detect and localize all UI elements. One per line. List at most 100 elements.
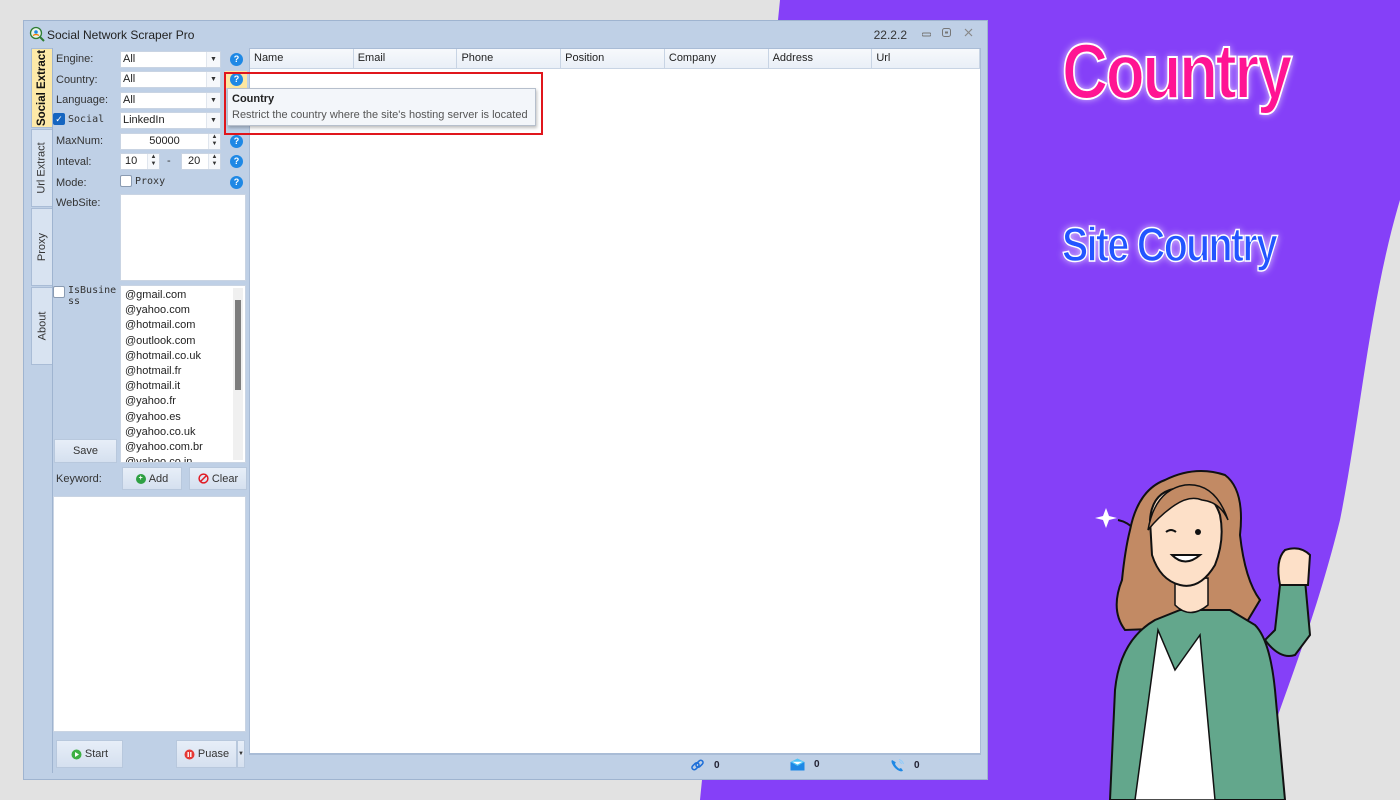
add-keyword-button[interactable]: + Add — [122, 467, 182, 490]
column-header-email[interactable]: Email — [353, 49, 458, 69]
column-header-name[interactable]: Name — [250, 49, 354, 69]
plus-icon: + — [135, 473, 146, 484]
mode-label: Mode: — [56, 177, 87, 189]
proxy-mode-label: Proxy — [135, 176, 166, 187]
links-count: 0 — [690, 758, 720, 773]
social-network-value: LinkedIn — [123, 114, 165, 126]
engine-help-icon[interactable]: ? — [230, 53, 243, 66]
is-business-label-line1: IsBusine — [68, 285, 117, 296]
maxnum-stepper[interactable]: 50000 ▲ ▼ — [120, 133, 221, 150]
language-select[interactable]: All ▼ — [120, 92, 221, 109]
maxnum-value: 50000 — [149, 135, 180, 147]
country-label: Country: — [56, 74, 98, 86]
tab-about[interactable]: About — [31, 287, 52, 365]
language-label: Language: — [56, 94, 108, 106]
mode-help-icon[interactable]: ? — [230, 176, 243, 189]
settings-panel: Engine: All ▼ ? Country: All ▼ ? Languag… — [53, 48, 248, 773]
domain-list-item[interactable]: @hotmail.co.uk — [121, 349, 245, 364]
social-checkbox[interactable]: ✓ — [53, 113, 65, 125]
tab-url-extract[interactable]: Url Extract — [31, 129, 52, 207]
minimize-icon — [921, 32, 931, 37]
is-business-checkbox[interactable] — [53, 286, 65, 298]
play-icon — [71, 749, 82, 759]
domain-list-item[interactable]: @hotmail.fr — [121, 364, 245, 379]
proxy-mode-checkbox[interactable] — [120, 175, 132, 187]
domain-list-item[interactable]: @yahoo.co.uk — [121, 425, 245, 440]
column-header-position[interactable]: Position — [561, 49, 665, 69]
domain-list-item[interactable]: @hotmail.it — [121, 379, 245, 394]
results-grid[interactable]: Name Email Phone Position Company Address Url — [249, 48, 981, 754]
minimize-button[interactable] — [919, 28, 933, 40]
phones-count-value: 0 — [914, 760, 920, 771]
close-button[interactable] — [961, 28, 975, 40]
keyword-label: Keyword: — [56, 473, 102, 485]
interval-from-value: 10 — [125, 155, 138, 167]
pause-button[interactable]: Puase — [176, 740, 237, 768]
start-button-label: Start — [84, 748, 109, 760]
domain-list-item[interactable]: @outlook.com — [121, 334, 245, 349]
grid-header: Name Email Phone Position Company Address Url — [250, 49, 981, 69]
engine-value: All — [123, 53, 136, 65]
status-bar: 0 0 0 — [249, 754, 981, 774]
domain-list-item[interactable]: @gmail.com — [121, 288, 245, 303]
title-bar[interactable]: Social Network Scraper Pro 22.2.2 — [24, 21, 987, 47]
engine-select[interactable]: All ▼ — [120, 51, 221, 68]
scrollbar-thumb[interactable] — [235, 300, 241, 390]
tab-proxy[interactable]: Proxy — [31, 208, 52, 286]
maximize-icon — [941, 28, 951, 37]
vertical-tab-strip: Social Extract Url Extract Proxy About — [31, 48, 52, 773]
phone-icon — [891, 759, 904, 772]
maxnum-label: MaxNum: — [56, 135, 104, 147]
pause-options-dropdown[interactable]: ▼ — [237, 740, 245, 768]
column-header-phone[interactable]: Phone — [457, 49, 562, 69]
chevron-down-icon: ▼ — [238, 751, 244, 757]
country-tooltip: Country Restrict the country where the s… — [227, 88, 536, 126]
engine-label: Engine: — [56, 53, 94, 65]
emails-count: 0 — [790, 758, 820, 771]
spin-arrows-icon[interactable]: ▲ ▼ — [208, 154, 220, 169]
sparkle-icon — [1095, 508, 1117, 528]
interval-to-value: 20 — [188, 155, 201, 167]
domain-list-item[interactable]: @yahoo.co.in — [121, 455, 245, 462]
social-network-select[interactable]: LinkedIn ▼ — [120, 112, 221, 129]
save-button-label: Save — [72, 445, 99, 457]
chevron-down-icon: ▼ — [206, 93, 220, 108]
maxnum-help-icon[interactable]: ? — [230, 135, 243, 148]
keyword-input[interactable] — [53, 496, 246, 732]
tooltip-title: Country — [232, 93, 275, 105]
website-input[interactable] — [120, 194, 246, 281]
domain-list-item[interactable]: @yahoo.com — [121, 303, 245, 318]
domain-list-item[interactable]: @yahoo.es — [121, 410, 245, 425]
column-header-url[interactable]: Url — [872, 49, 981, 69]
maximize-button[interactable] — [939, 28, 953, 40]
column-header-company[interactable]: Company — [664, 49, 769, 69]
email-domain-list[interactable]: @gmail.com @yahoo.com @hotmail.com @outlook… — [120, 285, 246, 463]
domain-list-item[interactable]: @hotmail.com — [121, 318, 245, 333]
interval-label: Inteval: — [56, 156, 92, 168]
window-title: Social Network Scraper Pro — [47, 28, 195, 42]
country-select[interactable]: All ▼ — [120, 71, 221, 88]
domain-list-item[interactable]: @yahoo.fr — [121, 394, 245, 409]
spin-arrows-icon[interactable]: ▲ ▼ — [147, 154, 159, 169]
promo-title: Country — [1061, 26, 1293, 116]
chevron-down-icon: ▼ — [206, 52, 220, 67]
chevron-down-icon: ▼ — [206, 72, 220, 87]
save-button[interactable]: Save — [54, 439, 117, 463]
pause-button-label: Puase — [197, 748, 230, 760]
domain-list-scrollbar[interactable] — [233, 288, 243, 460]
start-button[interactable]: Start — [56, 740, 123, 768]
promo-subtitle: Site Country — [1061, 218, 1278, 273]
domain-list-item[interactable]: @yahoo.com.br — [121, 440, 245, 455]
interval-to-stepper[interactable]: 20 ▲ ▼ — [181, 153, 221, 170]
phones-count: 0 — [890, 758, 920, 773]
interval-help-icon[interactable]: ? — [230, 155, 243, 168]
tab-label: Social Extract — [36, 49, 49, 127]
column-header-address[interactable]: Address — [768, 49, 873, 69]
link-icon — [691, 759, 704, 771]
tab-label: Proxy — [36, 232, 48, 262]
tab-social-extract[interactable]: Social Extract — [31, 48, 52, 128]
country-value: All — [123, 73, 136, 85]
interval-from-stepper[interactable]: 10 ▲ ▼ — [120, 153, 160, 170]
clear-keyword-button[interactable]: Clear — [189, 467, 247, 490]
spin-arrows-icon[interactable]: ▲ ▼ — [208, 134, 220, 149]
